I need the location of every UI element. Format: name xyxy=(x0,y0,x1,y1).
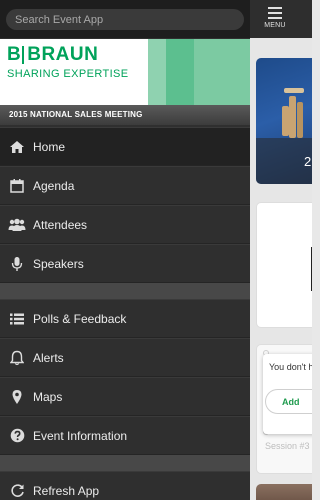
menu-label-refresh-app: Refresh App xyxy=(33,483,100,498)
main-content: MENU 2 You don't h Add Session #3 xyxy=(250,0,312,500)
menu-section-divider xyxy=(0,283,250,299)
featured-card[interactable]: 2 xyxy=(256,58,312,184)
side-menu: B BRAUN SHARING EXPERTISE 2015 NATIONAL … xyxy=(0,0,250,500)
brand-right: BRAUN xyxy=(27,44,99,65)
session-label: Session #3 xyxy=(265,441,310,451)
menu-section-divider-2 xyxy=(0,455,250,471)
question-icon xyxy=(2,428,32,443)
refresh-icon xyxy=(2,483,32,498)
menu-label-speakers: Speakers xyxy=(33,256,84,271)
menu-item-attendees[interactable]: Attendees xyxy=(0,205,250,244)
image-card[interactable] xyxy=(256,484,312,500)
brand-left: B xyxy=(7,44,22,65)
menu-item-home[interactable]: Home xyxy=(0,127,250,166)
menu-item-event-information[interactable]: Event Information xyxy=(0,416,250,455)
popup-message: You don't h xyxy=(269,362,312,372)
list-icon xyxy=(2,312,32,326)
card-number: 2 xyxy=(304,154,312,169)
brand-name: B BRAUN xyxy=(7,44,129,66)
menu-item-agenda[interactable]: Agenda xyxy=(0,166,250,205)
menu-item-refresh-app[interactable]: Refresh App xyxy=(0,471,250,500)
home-icon xyxy=(2,140,32,154)
add-button[interactable]: Add xyxy=(265,389,312,414)
bbraun-logo: B BRAUN SHARING EXPERTISE xyxy=(7,44,129,80)
brand-tagline: SHARING EXPERTISE xyxy=(7,68,129,80)
map-pin-icon xyxy=(2,389,32,405)
menu-label-event-information: Event Information xyxy=(33,428,128,443)
menu-button-label: MENU xyxy=(264,22,286,29)
event-title: 2015 NATIONAL SALES MEETING xyxy=(0,105,250,125)
menu-item-polls-feedback[interactable]: Polls & Feedback xyxy=(0,299,250,338)
microphone-icon xyxy=(2,256,32,272)
menu-button[interactable]: MENU xyxy=(260,4,290,34)
search-input[interactable] xyxy=(6,9,244,30)
content-card[interactable] xyxy=(256,202,312,328)
menu-item-speakers[interactable]: Speakers xyxy=(0,244,250,283)
users-icon xyxy=(2,218,32,232)
top-bar: MENU xyxy=(250,0,312,38)
menu-label-maps: Maps xyxy=(33,389,63,404)
menu-label-attendees: Attendees xyxy=(33,217,88,232)
menu-label-alerts: Alerts xyxy=(33,350,64,365)
menu-item-maps[interactable]: Maps xyxy=(0,377,250,416)
bell-icon xyxy=(2,350,32,366)
menu-label-agenda: Agenda xyxy=(33,178,75,193)
menu-label-polls-feedback: Polls & Feedback xyxy=(33,311,127,326)
hamburger-icon xyxy=(268,7,282,22)
menu-label-home: Home xyxy=(33,139,66,154)
calendar-icon xyxy=(2,178,32,194)
card-divider xyxy=(311,247,312,291)
event-logo-banner: B BRAUN SHARING EXPERTISE xyxy=(0,39,250,105)
menu-item-alerts[interactable]: Alerts xyxy=(0,338,250,377)
logo-decoration xyxy=(148,39,250,105)
brand-divider xyxy=(22,46,25,64)
session-card[interactable]: You don't h Add Session #3 xyxy=(256,344,312,474)
search-bar xyxy=(0,0,250,38)
